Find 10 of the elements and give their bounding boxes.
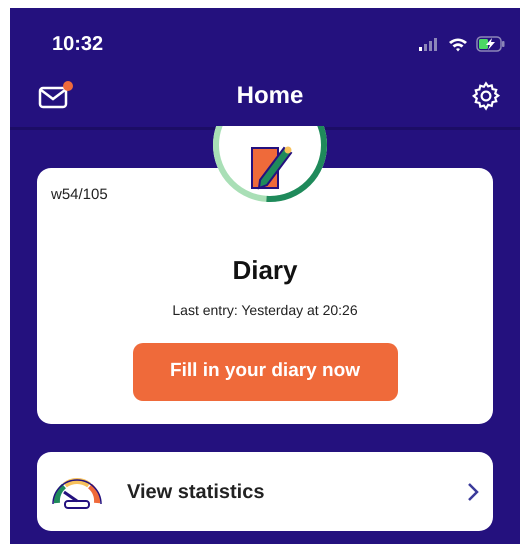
settings-icon[interactable] — [470, 80, 502, 112]
last-entry-text: Last entry: Yesterday at 20:26 — [172, 300, 358, 320]
diary-title: Diary — [232, 254, 298, 286]
page-title: Home — [236, 80, 304, 110]
battery-charging-icon — [476, 36, 506, 52]
status-time: 10:32 — [52, 32, 104, 57]
wifi-icon — [448, 36, 468, 52]
chevron-right-icon — [467, 482, 479, 502]
signal-icon — [418, 37, 440, 51]
week-counter: w54/105 — [51, 185, 108, 205]
